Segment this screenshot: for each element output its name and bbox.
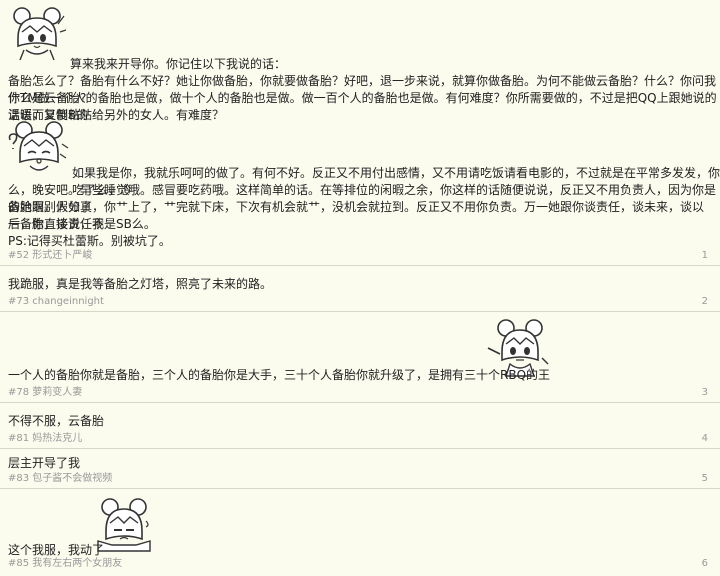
comment-text: 不得不服，云备胎 xyxy=(8,414,105,428)
comment-text: 一备胎，谈责任不是SB么。 xyxy=(8,217,156,231)
anime-girl-sticker xyxy=(8,6,66,62)
comment-author[interactable]: #78 萝莉变人妻 xyxy=(8,387,82,399)
anime-girl-thinking-sticker xyxy=(8,120,70,178)
floor-number: 3 xyxy=(701,387,708,398)
comment-author[interactable]: #85 我有左右两个女朋友 xyxy=(8,558,122,570)
comment-post: 我跪服，真是我等备胎之灯塔，照亮了未来的路。 #73 changeinnight… xyxy=(0,266,720,312)
comment-text: 一个人的备胎你就是备胎，三个人的备胎你是大手，三十个人备胎你就升级了，是拥有三十… xyxy=(8,368,551,382)
comment-post: 一个人的备胎你就是备胎，三个人的备胎你是大手，三十个人备胎你就升级了，是拥有三十… xyxy=(0,312,720,403)
floor-number: 4 xyxy=(701,433,708,444)
comment-text: PS:记得买杜蕾斯。别被坑了。 xyxy=(8,234,171,248)
floor-number: 5 xyxy=(701,473,708,484)
comment-post: 算来我来开导你。你记住以下我说的话： 备胎怎么了？备胎有什么不好？她让你做备胎，… xyxy=(0,0,720,266)
comment-post: 这个我服，我动了 #85 我有左右两个女朋友 6 xyxy=(0,489,720,576)
comment-author[interactable]: #81 妈热法克儿 xyxy=(8,433,82,445)
comment-text: 我跪服，真是我等备胎之灯塔，照亮了未来的路。 xyxy=(8,277,273,291)
comment-text: 层主开导了我 xyxy=(8,456,81,470)
comment-author[interactable]: #52 形式还卜严峻 xyxy=(8,250,92,262)
comment-post: 层主开导了我 #83 包子酱不会做视频 5 xyxy=(0,449,720,489)
comment-post: 不得不服，云备胎 #81 妈热法克儿 4 xyxy=(0,403,720,449)
comment-text: 这个我服，我动了 xyxy=(8,543,105,557)
comment-author[interactable]: #73 changeinnight xyxy=(8,296,104,308)
floor-number: 6 xyxy=(701,558,708,569)
comment-author[interactable]: #83 包子酱不会做视频 xyxy=(8,473,112,485)
floor-number: 2 xyxy=(701,296,708,307)
comment-text: 算来我来开导你。你记住以下我说的话： xyxy=(70,57,287,71)
comment-feed: 算来我来开导你。你记住以下我说的话： 备胎怎么了？备胎有什么不好？她让你做备胎，… xyxy=(0,0,720,576)
floor-number: 1 xyxy=(701,250,708,261)
